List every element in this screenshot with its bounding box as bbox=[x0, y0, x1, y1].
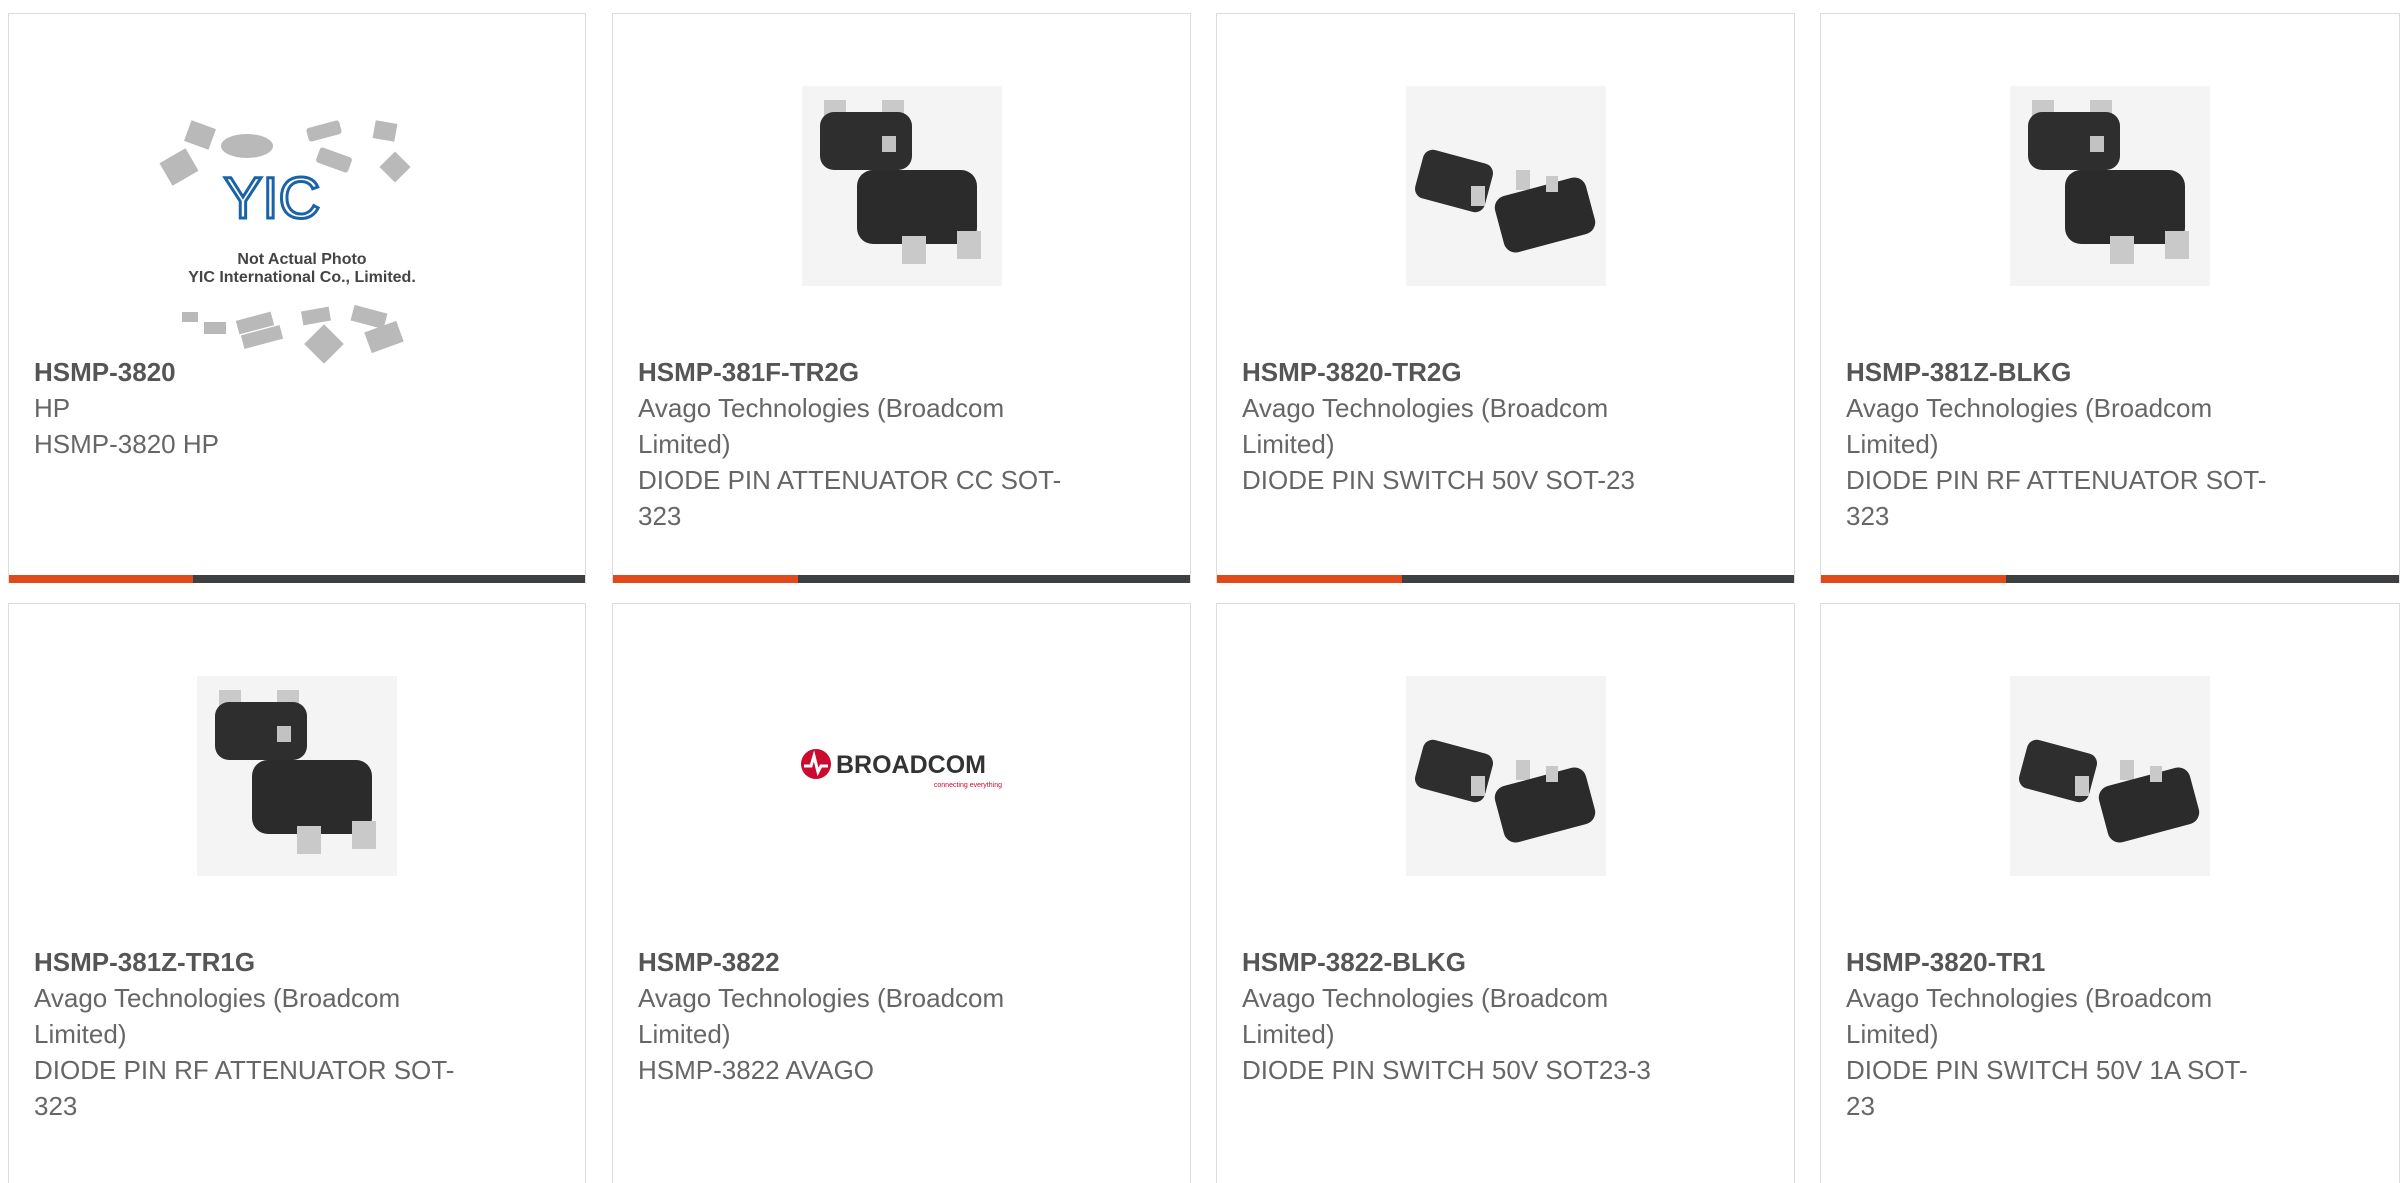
description: DIODE PIN SWITCH 50V SOT23-3 bbox=[1242, 1055, 1651, 1085]
description: HSMP-3822 AVAGO bbox=[638, 1055, 875, 1085]
manufacturer: Avago Technologies (Broadcom Limited) bbox=[1846, 983, 2213, 1049]
part-number[interactable]: HSMP-381Z-TR1G bbox=[34, 944, 464, 980]
broadcom-logo: BROADCOM bbox=[836, 751, 986, 779]
manufacturer: Avago Technologies (Broadcom Limited) bbox=[1846, 393, 2213, 459]
image-caption-line-2: YIC International Co., Limited. bbox=[188, 269, 416, 286]
product-image[interactable] bbox=[1405, 86, 1606, 286]
product-card[interactable]: BROADCOM connecting everything HSMP-3822… bbox=[612, 603, 1191, 1183]
product-card[interactable]: HSMP-381F-TR2G Avago Technologies (Broad… bbox=[612, 13, 1191, 583]
part-number[interactable]: HSMP-3820 bbox=[34, 354, 464, 390]
description: HSMP-3820 HP bbox=[34, 429, 219, 459]
product-card[interactable]: YIC Not Actual Photo YIC International C… bbox=[8, 13, 586, 583]
card-bottom-bar bbox=[1821, 575, 2399, 583]
product-card[interactable]: HSMP-3820-TR1 Avago Technologies (Broadc… bbox=[1820, 603, 2400, 1183]
manufacturer: Avago Technologies (Broadcom Limited) bbox=[638, 393, 1005, 459]
card-accent-bar bbox=[9, 575, 194, 583]
product-image[interactable] bbox=[2010, 676, 2210, 876]
manufacturer: Avago Technologies (Broadcom Limited) bbox=[1242, 393, 1609, 459]
card-accent-bar bbox=[613, 575, 798, 583]
description: DIODE PIN SWITCH 50V 1A SOT-23 bbox=[1846, 1055, 2248, 1121]
manufacturer: Avago Technologies (Broadcom Limited) bbox=[638, 983, 1005, 1049]
product-image[interactable]: BROADCOM connecting everything bbox=[792, 744, 1012, 794]
card-bottom-bar bbox=[613, 575, 1190, 583]
description: DIODE PIN RF ATTENUATOR SOT-323 bbox=[1846, 465, 2267, 531]
description: DIODE PIN RF ATTENUATOR SOT-323 bbox=[34, 1055, 455, 1121]
manufacturer: HP bbox=[34, 393, 71, 423]
part-number[interactable]: HSMP-3820-TR1 bbox=[1846, 944, 2276, 980]
card-accent-bar bbox=[1217, 575, 1402, 583]
product-card[interactable]: HSMP-381Z-BLKG Avago Technologies (Broad… bbox=[1820, 13, 2400, 583]
part-number[interactable]: HSMP-381Z-BLKG bbox=[1846, 354, 2276, 390]
description: DIODE PIN SWITCH 50V SOT-23 bbox=[1242, 465, 1635, 495]
card-bottom-bar bbox=[1217, 575, 1794, 583]
card-bottom-bar bbox=[9, 575, 585, 583]
yic-logo: YIC bbox=[224, 166, 321, 231]
product-image[interactable] bbox=[2010, 86, 2210, 286]
part-number[interactable]: HSMP-3822 bbox=[638, 944, 1068, 980]
description: DIODE PIN ATTENUATOR CC SOT-323 bbox=[638, 465, 1062, 531]
part-number[interactable]: HSMP-3820-TR2G bbox=[1242, 354, 1672, 390]
product-image[interactable] bbox=[1405, 676, 1606, 876]
part-number[interactable]: HSMP-3822-BLKG bbox=[1242, 944, 1672, 980]
manufacturer: Avago Technologies (Broadcom Limited) bbox=[34, 983, 401, 1049]
product-card[interactable]: HSMP-3820-TR2G Avago Technologies (Broad… bbox=[1216, 13, 1795, 583]
broadcom-tagline: connecting everything bbox=[933, 782, 1001, 789]
product-image[interactable]: YIC Not Actual Photo YIC International C… bbox=[152, 94, 442, 364]
product-image[interactable] bbox=[801, 86, 1002, 286]
card-accent-bar bbox=[1821, 575, 2006, 583]
image-caption-line-1: Not Actual Photo bbox=[237, 251, 366, 268]
product-card[interactable]: HSMP-3822-BLKG Avago Technologies (Broad… bbox=[1216, 603, 1795, 1183]
product-card[interactable]: HSMP-381Z-TR1G Avago Technologies (Broad… bbox=[8, 603, 586, 1183]
product-image[interactable] bbox=[197, 676, 397, 876]
part-number[interactable]: HSMP-381F-TR2G bbox=[638, 354, 1068, 390]
manufacturer: Avago Technologies (Broadcom Limited) bbox=[1242, 983, 1609, 1049]
